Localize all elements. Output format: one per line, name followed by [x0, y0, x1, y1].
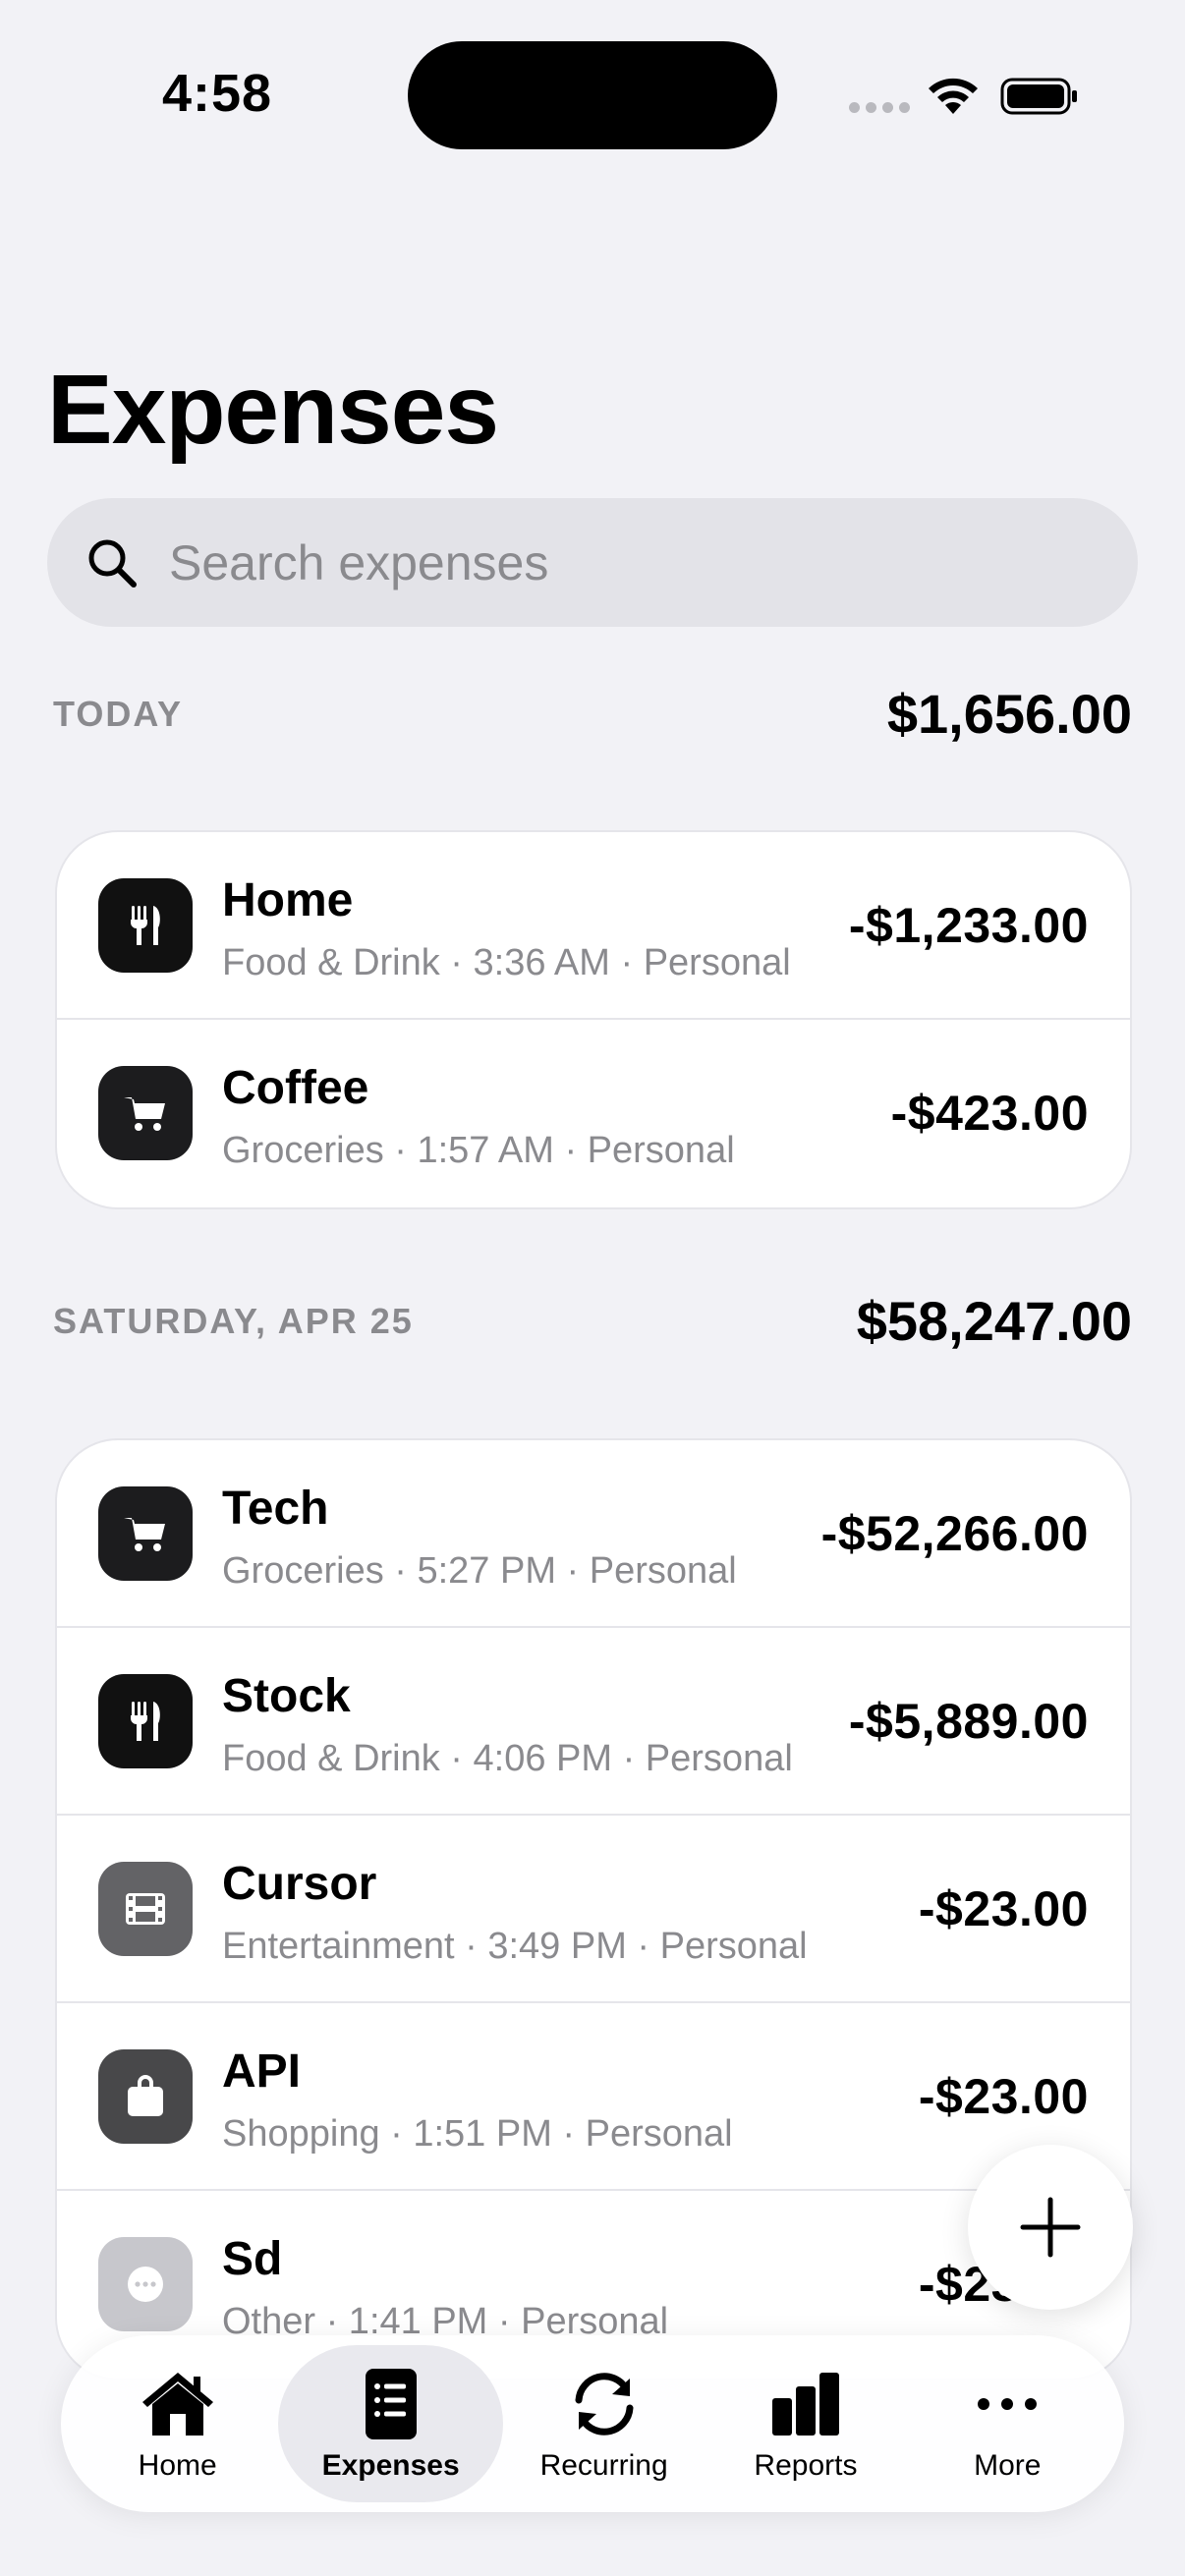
expense-amount: -$1,233.00	[848, 898, 1089, 953]
bag-icon	[98, 2049, 193, 2144]
tab-bar: Home Expenses Recurring Reports More	[61, 2335, 1124, 2512]
plus-icon	[1020, 2197, 1081, 2258]
expense-subtitle: Food & Drink · 4:06 PM · Personal	[222, 1738, 793, 1779]
tab-home[interactable]: Home	[77, 2345, 278, 2502]
section-total: $58,247.00	[856, 1290, 1132, 1352]
add-expense-button[interactable]	[968, 2145, 1133, 2310]
chart-icon	[771, 2373, 839, 2436]
expense-title: Stock	[222, 1670, 351, 1722]
expense-row[interactable]: Cursor Entertainment · 3:49 PM · Persona…	[57, 1816, 1130, 2003]
expense-title: Coffee	[222, 1062, 369, 1114]
more-icon	[978, 2398, 1038, 2410]
tab-more[interactable]: More	[907, 2345, 1108, 2502]
status-time: 4:58	[162, 64, 273, 123]
tab-label: Recurring	[539, 2449, 668, 2482]
status-bar: 4:58	[0, 0, 1185, 187]
battery-icon	[1000, 78, 1077, 115]
expense-row[interactable]: Home Food & Drink · 3:36 AM · Personal -…	[57, 832, 1130, 1020]
expense-row[interactable]: Tech Groceries · 5:27 PM · Personal -$52…	[57, 1440, 1130, 1628]
search-input[interactable]	[169, 533, 1053, 591]
tab-label: Home	[138, 2449, 217, 2482]
expense-card-today: Home Food & Drink · 3:36 AM · Personal -…	[55, 830, 1132, 1209]
expense-amount: -$423.00	[890, 1086, 1089, 1141]
section-total: $1,656.00	[886, 683, 1132, 745]
expense-amount: -$23.00	[918, 1881, 1089, 1936]
repeat-icon	[575, 2373, 634, 2436]
expense-amount: -$23.00	[918, 2069, 1089, 2124]
expense-subtitle: Groceries · 1:57 AM · Personal	[222, 1130, 735, 1171]
expense-subtitle: Entertainment · 3:49 PM · Personal	[222, 1926, 808, 1967]
expense-row[interactable]: Stock Food & Drink · 4:06 PM · Personal …	[57, 1628, 1130, 1816]
page-title: Expenses	[47, 355, 499, 465]
film-icon	[98, 1862, 193, 1956]
expense-subtitle: Shopping · 1:51 PM · Personal	[222, 2113, 733, 2155]
list-icon	[365, 2369, 417, 2439]
section-label: SATURDAY, APR 25	[53, 1300, 414, 1341]
fork-knife-icon	[98, 1674, 193, 1768]
tab-expenses[interactable]: Expenses	[278, 2345, 503, 2502]
tab-reports[interactable]: Reports	[705, 2345, 906, 2502]
expense-amount: -$52,266.00	[820, 1506, 1089, 1561]
dynamic-island	[408, 41, 777, 149]
expense-subtitle: Groceries · 5:27 PM · Personal	[222, 1550, 737, 1592]
section-label: TODAY	[53, 693, 184, 734]
expense-row[interactable]: API Shopping · 1:51 PM · Personal -$23.0…	[57, 2003, 1130, 2191]
section-header-today: TODAY $1,656.00	[53, 682, 1132, 746]
fork-knife-icon	[98, 878, 193, 973]
section-header-saturday: SATURDAY, APR 25 $58,247.00	[53, 1289, 1132, 1353]
expense-row[interactable]: Coffee Groceries · 1:57 AM · Personal -$…	[57, 1020, 1130, 1207]
expense-title: Cursor	[222, 1858, 377, 1910]
expense-title: Sd	[222, 2233, 283, 2285]
expense-title: Home	[222, 874, 354, 926]
cart-icon	[98, 1066, 193, 1160]
expense-title: API	[222, 2045, 302, 2098]
ellipsis-icon	[98, 2237, 193, 2331]
wifi-icon	[929, 78, 978, 114]
cellular-signal-icon	[849, 102, 910, 113]
tab-label: Expenses	[321, 2449, 460, 2482]
tab-recurring[interactable]: Recurring	[503, 2345, 705, 2502]
tab-label: Reports	[754, 2449, 858, 2482]
search-icon	[88, 539, 137, 588]
tab-label: More	[974, 2449, 1042, 2482]
search-bar[interactable]	[47, 498, 1138, 627]
expense-title: Tech	[222, 1483, 329, 1535]
expense-amount: -$5,889.00	[848, 1694, 1089, 1749]
house-icon	[141, 2373, 213, 2436]
expense-subtitle: Food & Drink · 3:36 AM · Personal	[222, 942, 791, 983]
cart-icon	[98, 1486, 193, 1581]
